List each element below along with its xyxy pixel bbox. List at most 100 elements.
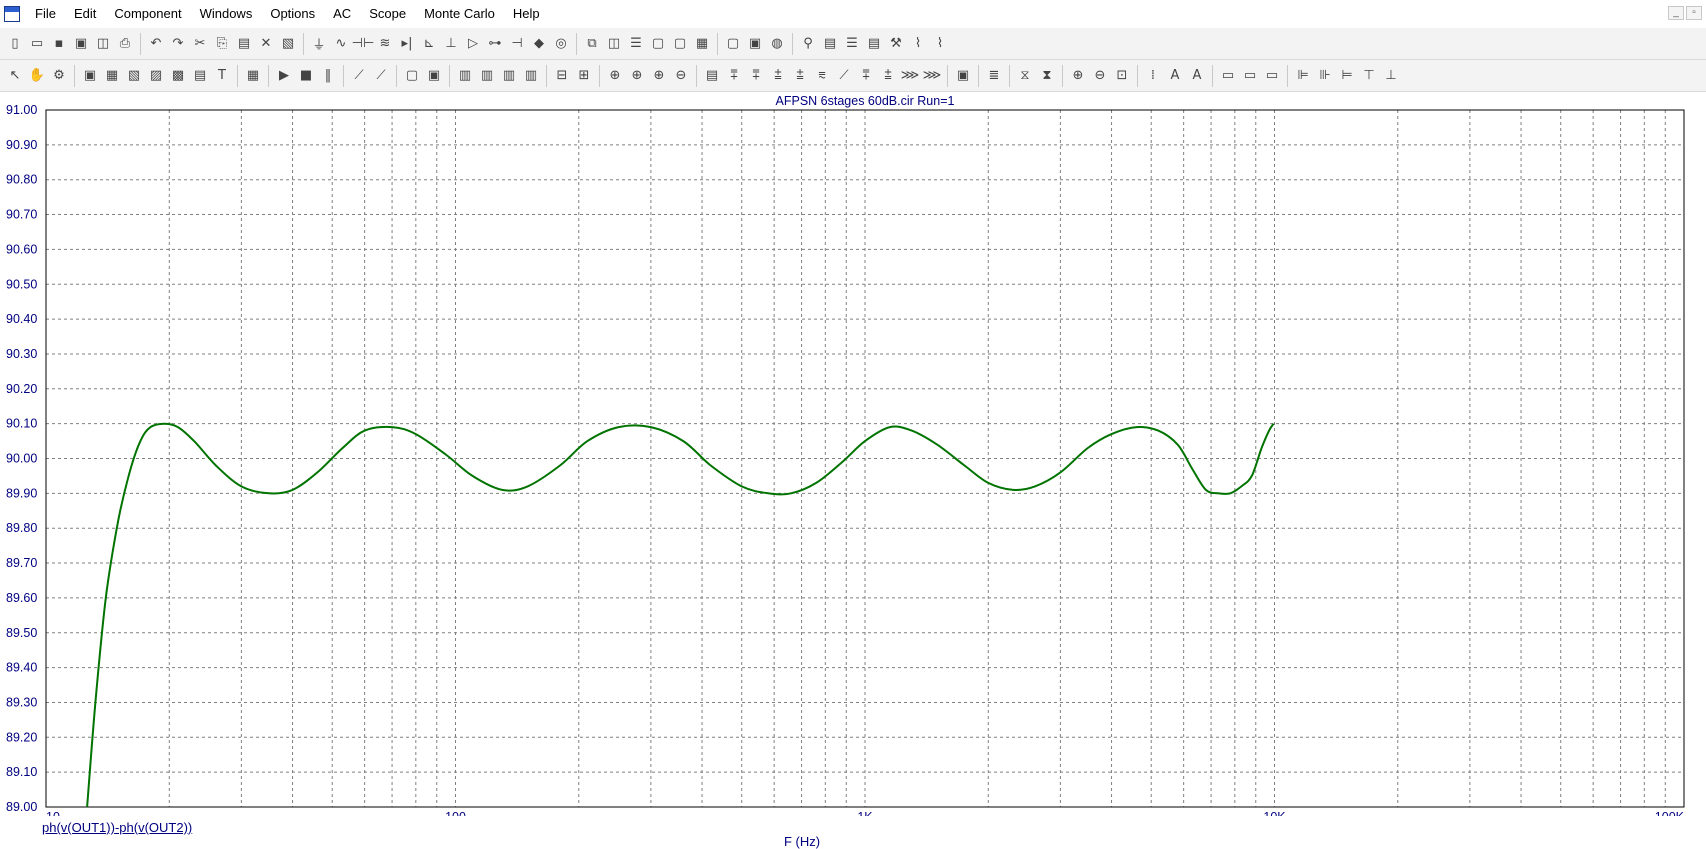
- tile4-icon[interactable]: ▥: [522, 67, 540, 85]
- tile-horizontal-icon[interactable]: ☰: [627, 35, 645, 53]
- color-icon[interactable]: A: [1188, 67, 1206, 85]
- capacitor2-icon[interactable]: ⊣: [508, 35, 526, 53]
- undo-icon[interactable]: ↶: [147, 35, 165, 53]
- props-icon[interactable]: ▦: [244, 67, 262, 85]
- high-icon[interactable]: ⩲: [769, 67, 787, 85]
- window-cascade-icon[interactable]: ⧉: [583, 35, 601, 53]
- redo-icon[interactable]: ↷: [169, 35, 187, 53]
- zoom-fit3-icon[interactable]: ⊕: [650, 67, 668, 85]
- trace-legend[interactable]: ph(v(OUT1))-ph(v(OUT2)): [42, 820, 192, 835]
- plot-area[interactable]: 91.00 90.90 90.80 90.70 90.60 90.50 90.40 90.30…: [0, 92, 1706, 816]
- global-low-icon[interactable]: ⩲: [879, 67, 897, 85]
- component-mode-icon[interactable]: ⚙: [50, 67, 68, 85]
- align-center-icon[interactable]: ⊪: [1316, 67, 1334, 85]
- delete-icon[interactable]: ✕: [257, 35, 275, 53]
- menu-ac[interactable]: AC: [324, 0, 360, 28]
- switch-icon[interactable]: ⊶: [486, 35, 504, 53]
- scale-icon[interactable]: ⧖: [1016, 67, 1034, 85]
- trace2-icon[interactable]: ⟋: [372, 67, 390, 85]
- align-top-icon[interactable]: ⊤: [1360, 67, 1378, 85]
- tile3-icon[interactable]: ▥: [500, 67, 518, 85]
- trace-icon[interactable]: ⟋: [350, 67, 368, 85]
- zoom-in-icon[interactable]: ⊕: [1069, 67, 1087, 85]
- split-v-icon[interactable]: ⊞: [575, 67, 593, 85]
- select-icon[interactable]: ↖: [6, 67, 24, 85]
- img2-icon[interactable]: ▦: [103, 67, 121, 85]
- zoom-fit2-icon[interactable]: ⊕: [628, 67, 646, 85]
- tools-icon[interactable]: ⚒: [887, 35, 905, 53]
- ground-icon[interactable]: ⏚: [310, 35, 328, 53]
- bottom-icon[interactable]: ⋙: [923, 67, 942, 85]
- window-icon[interactable]: ▢: [649, 35, 667, 53]
- stop-icon[interactable]: ■: [297, 67, 315, 85]
- transistor-icon[interactable]: ⊾: [420, 35, 438, 53]
- minimize-button[interactable]: _: [1668, 6, 1684, 20]
- pause-icon[interactable]: ‖: [319, 67, 337, 85]
- print-preview-icon[interactable]: ▣: [72, 35, 90, 53]
- tool2-icon[interactable]: ▭: [1241, 67, 1259, 85]
- graph4-icon[interactable]: ▤: [191, 67, 209, 85]
- zoom-out-icon[interactable]: ⊖: [1091, 67, 1109, 85]
- menu-help[interactable]: Help: [504, 0, 549, 28]
- menu-options[interactable]: Options: [261, 0, 324, 28]
- paste-icon[interactable]: ▤: [235, 35, 253, 53]
- copy-icon[interactable]: ⎘: [213, 35, 231, 53]
- source-icon[interactable]: ◎: [552, 35, 570, 53]
- find-icon[interactable]: ◫: [94, 35, 112, 53]
- run-icon[interactable]: ▶: [275, 67, 293, 85]
- valley-icon[interactable]: ⩱: [747, 67, 765, 85]
- scale2-icon[interactable]: ⧗: [1038, 67, 1056, 85]
- tile1-icon[interactable]: ▥: [456, 67, 474, 85]
- global-high-icon[interactable]: ⩱: [857, 67, 875, 85]
- list-icon[interactable]: ☰: [843, 35, 861, 53]
- graph3-icon[interactable]: ▩: [169, 67, 187, 85]
- img-icon[interactable]: ▣: [81, 67, 99, 85]
- print-icon[interactable]: ⎙: [116, 35, 134, 53]
- align-right-icon[interactable]: ⊨: [1338, 67, 1356, 85]
- menu-scope[interactable]: Scope: [360, 0, 415, 28]
- grid-icon[interactable]: ⁞: [1144, 67, 1162, 85]
- graph-icon[interactable]: ▧: [125, 67, 143, 85]
- peak-icon[interactable]: ⩱: [725, 67, 743, 85]
- node-icon[interactable]: ◆: [530, 35, 548, 53]
- tile-vertical-icon[interactable]: ◫: [605, 35, 623, 53]
- inflection-icon[interactable]: ⩳: [813, 67, 831, 85]
- save-icon[interactable]: ▪: [50, 35, 68, 53]
- opamp-icon[interactable]: ▷: [464, 35, 482, 53]
- globe-icon[interactable]: ◍: [768, 35, 786, 53]
- zoom-fit-icon[interactable]: ⊕: [606, 67, 624, 85]
- low-icon[interactable]: ⩲: [791, 67, 809, 85]
- tool3-icon[interactable]: ▭: [1263, 67, 1281, 85]
- component-icon[interactable]: ▢: [724, 35, 742, 53]
- align-left-icon[interactable]: ⊫: [1294, 67, 1312, 85]
- analysis2-icon[interactable]: ⌇: [931, 35, 949, 53]
- menu-component[interactable]: Component: [105, 0, 190, 28]
- data-icon[interactable]: ▣: [954, 67, 972, 85]
- menu-file[interactable]: File: [26, 0, 65, 28]
- analysis-icon[interactable]: ⌇: [909, 35, 927, 53]
- menu-monte-carlo[interactable]: Monte Carlo: [415, 0, 504, 28]
- inductor-icon[interactable]: ≋: [376, 35, 394, 53]
- tile2-icon[interactable]: ▥: [478, 67, 496, 85]
- restore-button[interactable]: ▫: [1686, 6, 1702, 20]
- box-icon[interactable]: ▢: [403, 67, 421, 85]
- open-file-icon[interactable]: ▭: [28, 35, 46, 53]
- zoom-fit4-icon[interactable]: ⊖: [672, 67, 690, 85]
- top-icon[interactable]: ⋙: [901, 67, 920, 85]
- clear-icon[interactable]: ▧: [279, 35, 297, 53]
- slope-icon[interactable]: ⟋: [835, 67, 853, 85]
- properties-icon[interactable]: ▤: [821, 35, 839, 53]
- netlist-icon[interactable]: ▤: [865, 35, 883, 53]
- new-file-icon[interactable]: ▯: [6, 35, 24, 53]
- library-icon[interactable]: ▣: [746, 35, 764, 53]
- tool1-icon[interactable]: ▭: [1219, 67, 1237, 85]
- diode-icon[interactable]: ▸|: [398, 35, 416, 53]
- pan-icon[interactable]: ✋: [28, 67, 46, 85]
- list2-icon[interactable]: ≣: [985, 67, 1003, 85]
- graph2-icon[interactable]: ▨: [147, 67, 165, 85]
- calculator-icon[interactable]: ▦: [693, 35, 711, 53]
- probe-icon[interactable]: ⚲: [799, 35, 817, 53]
- zoom-box-icon[interactable]: ⊡: [1113, 67, 1131, 85]
- resistor-icon[interactable]: ∿: [332, 35, 350, 53]
- menu-windows[interactable]: Windows: [191, 0, 262, 28]
